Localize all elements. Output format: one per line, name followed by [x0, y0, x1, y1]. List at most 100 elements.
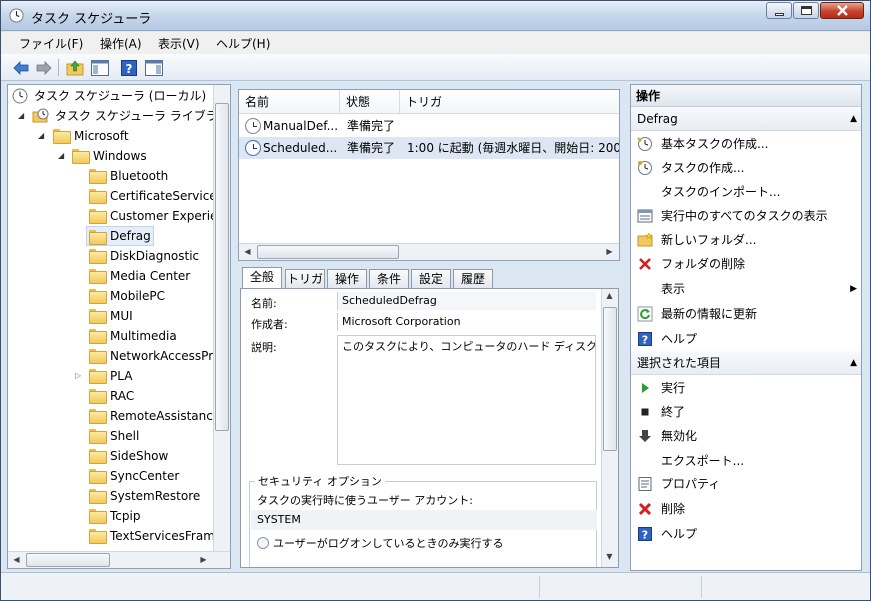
- task-name: Scheduled...: [263, 141, 338, 155]
- forward-arrow-icon[interactable]: [34, 58, 54, 78]
- column-trigger[interactable]: トリガ: [400, 90, 619, 114]
- folder-icon: [89, 169, 107, 184]
- folder-icon: [89, 249, 107, 264]
- tab-settings[interactable]: 設定: [411, 269, 451, 289]
- svg-text:?: ?: [642, 529, 648, 542]
- task-row[interactable]: ManualDef... 準備完了: [239, 115, 619, 137]
- action-refresh[interactable]: 最新の情報に更新: [631, 302, 861, 326]
- scroll-left-arrow-icon[interactable]: ◀: [9, 555, 24, 564]
- scroll-up-arrow-icon[interactable]: ▲: [602, 291, 617, 300]
- tree-hscroll-thumb[interactable]: [26, 553, 110, 567]
- menu-view[interactable]: 表示(V): [158, 35, 200, 52]
- tab-general[interactable]: 全般: [242, 267, 282, 289]
- task-row-selected[interactable]: Scheduled... 準備完了 1:00 に起動 (毎週水曜日、開始日: 2…: [239, 137, 619, 159]
- action-label: 表示: [661, 282, 686, 296]
- action-disable[interactable]: 無効化: [631, 424, 861, 448]
- column-status[interactable]: 状態: [340, 90, 400, 114]
- tasklist-horizontal-scrollbar[interactable]: ◀ ▶: [239, 243, 619, 260]
- collapse-arrow-icon[interactable]: ◢: [18, 106, 24, 126]
- description-textbox[interactable]: このタスクにより、コンピュータのハード ディスク ドライブが最: [337, 335, 596, 465]
- action-end[interactable]: 終了: [631, 400, 861, 424]
- tab-triggers[interactable]: トリガ: [285, 269, 325, 289]
- action-properties[interactable]: プロパティ: [631, 472, 861, 496]
- create-task-icon: [638, 161, 652, 175]
- action-help-selected[interactable]: ? ヘルプ: [631, 522, 861, 546]
- tree-folder-label: RemoteAssistance: [110, 409, 221, 423]
- action-import-task[interactable]: タスクのインポート...: [631, 180, 861, 204]
- close-button[interactable]: [820, 2, 864, 19]
- expand-arrow-icon[interactable]: ▷: [75, 366, 81, 386]
- toolbar: ?: [1, 54, 870, 81]
- show-hide-tree-icon[interactable]: [90, 58, 110, 78]
- action-help[interactable]: ? ヘルプ: [631, 327, 861, 351]
- scroll-left-arrow-icon[interactable]: ◀: [240, 247, 255, 256]
- detail-vertical-scrollbar[interactable]: ▲ ▼: [601, 289, 618, 567]
- action-export[interactable]: エクスポート...: [631, 449, 861, 473]
- minimize-icon: [775, 13, 784, 16]
- up-folder-icon[interactable]: [65, 58, 85, 78]
- tree-folder-label: Tcpip: [110, 509, 141, 523]
- help-icon[interactable]: ?: [119, 58, 139, 78]
- action-create-basic-task[interactable]: 基本タスクの作成...: [631, 132, 861, 156]
- action-delete-folder[interactable]: フォルダの削除: [631, 252, 861, 276]
- show-hide-actions-icon[interactable]: [144, 58, 164, 78]
- refresh-icon: [637, 306, 653, 322]
- collapse-triangle-icon[interactable]: ▲: [850, 351, 857, 375]
- action-label: 新しいフォルダ...: [661, 233, 757, 247]
- tree-horizontal-scrollbar[interactable]: ◀ ▶: [8, 551, 230, 568]
- column-name[interactable]: 名前: [239, 90, 340, 114]
- tasklist-hscroll-thumb[interactable]: [257, 245, 399, 259]
- title-bar[interactable]: タスク スケジューラ: [1, 1, 870, 31]
- svg-text:?: ?: [642, 334, 648, 347]
- actions-section-selected[interactable]: 選択された項目 ▲: [631, 351, 861, 375]
- collapse-triangle-icon[interactable]: ▲: [850, 107, 857, 131]
- maximize-icon: [801, 6, 812, 15]
- account-value[interactable]: SYSTEM: [251, 510, 597, 530]
- task-status: 準備完了: [347, 119, 396, 133]
- tab-conditions[interactable]: 条件: [369, 269, 409, 289]
- scroll-right-arrow-icon[interactable]: ▶: [602, 247, 617, 256]
- minimize-button[interactable]: [766, 2, 792, 19]
- tree-vscroll-thumb[interactable]: [215, 103, 229, 431]
- action-show-running-tasks[interactable]: 実行中のすべてのタスクの表示: [631, 204, 861, 228]
- close-icon: [837, 5, 848, 16]
- action-new-folder[interactable]: 新しいフォルダ...: [631, 228, 861, 252]
- scroll-right-arrow-icon[interactable]: ▶: [196, 555, 211, 564]
- task-clock-icon: [245, 118, 261, 134]
- action-view[interactable]: 表示 ▶: [631, 277, 861, 301]
- tree-folder-label: PLA: [110, 369, 133, 383]
- tree-folder-label: Media Center: [110, 269, 191, 283]
- tree-folder-label: MobilePC: [110, 289, 165, 303]
- action-create-task[interactable]: タスクの作成...: [631, 156, 861, 180]
- action-label: 無効化: [661, 429, 698, 443]
- collapse-arrow-icon[interactable]: ◢: [38, 126, 44, 146]
- folder-icon: [72, 149, 90, 164]
- maximize-button[interactable]: [793, 2, 819, 19]
- task-clock-icon: [245, 140, 261, 156]
- actions-section-defrag[interactable]: Defrag ▲: [631, 107, 861, 131]
- new-folder-icon: [637, 232, 653, 247]
- radio-run-only-logged[interactable]: [257, 537, 269, 549]
- tree-folder-label: SystemRestore: [110, 489, 201, 503]
- action-run[interactable]: 実行: [631, 376, 861, 400]
- folder-icon: [89, 529, 107, 544]
- submenu-arrow-icon: ▶: [850, 284, 857, 294]
- tree-vertical-scrollbar[interactable]: [213, 85, 230, 551]
- tree-folder-selected[interactable]: Defrag: [86, 226, 154, 246]
- folder-icon: [89, 469, 107, 484]
- menu-file[interactable]: ファイル(F): [19, 35, 83, 52]
- name-value[interactable]: ScheduledDefrag: [337, 292, 596, 310]
- menu-help[interactable]: ヘルプ(H): [216, 35, 270, 52]
- author-value[interactable]: Microsoft Corporation: [337, 313, 596, 331]
- collapse-arrow-icon[interactable]: ◢: [58, 146, 64, 166]
- actions-pane: 操作 Defrag ▲ 基本タスクの作成... タスクの作成... タスクのイン…: [630, 84, 862, 571]
- tab-history[interactable]: 履歴: [453, 269, 493, 289]
- action-delete[interactable]: 削除: [631, 497, 861, 521]
- folder-icon: [89, 269, 107, 284]
- actions-header: 操作: [631, 85, 861, 107]
- tab-actions[interactable]: 操作: [327, 269, 367, 289]
- menu-action[interactable]: 操作(A): [100, 35, 142, 52]
- scroll-down-arrow-icon[interactable]: ▼: [602, 552, 617, 561]
- back-arrow-icon[interactable]: [11, 58, 31, 78]
- detail-vscroll-thumb[interactable]: [603, 307, 617, 451]
